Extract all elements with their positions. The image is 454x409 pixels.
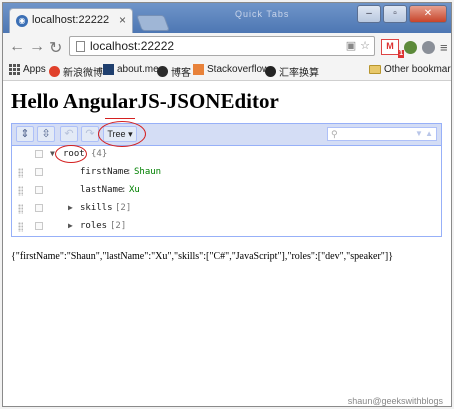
page-favicon-icon: ◉ <box>16 15 28 27</box>
apps-icon <box>9 64 20 75</box>
bookmark-aboutme[interactable]: about.me <box>103 64 159 75</box>
context-menu-button[interactable] <box>35 168 43 176</box>
tab-title: localhost:22222 <box>32 14 110 26</box>
child-count: {4} <box>91 149 108 159</box>
bookmarks-bar: Apps 新浪微博 about.me 博客 Stackoverflow 汇率换算… <box>3 61 451 81</box>
blog-icon <box>157 66 168 77</box>
gmail-badge: 1 <box>398 50 404 58</box>
tree-row[interactable]: lastName : Xu <box>12 182 441 200</box>
drag-handle-icon[interactable] <box>18 186 23 196</box>
bookmark-blog[interactable]: 博客 <box>157 64 191 79</box>
menu-icon[interactable]: ≡ <box>440 41 448 54</box>
field-value[interactable]: Xu <box>129 185 140 195</box>
window-controls: – ▫ ✕ <box>357 5 447 23</box>
context-menu-button[interactable] <box>35 222 43 230</box>
page-action-icon[interactable]: ▣ <box>346 39 356 52</box>
annotation-circle-mode <box>98 121 146 147</box>
expand-all-icon[interactable]: ⇕ <box>16 126 34 142</box>
address-bar[interactable]: localhost:22222 ▣ ☆ <box>69 36 375 56</box>
field-name[interactable]: lastName <box>80 185 123 195</box>
new-tab-button[interactable] <box>136 15 170 31</box>
context-menu-button[interactable] <box>35 204 43 212</box>
redo-icon[interactable]: ↷ <box>81 126 99 142</box>
bookmark-label: 博客 <box>171 68 191 79</box>
bookmark-weibo[interactable]: 新浪微博 <box>49 64 103 79</box>
json-editor-menu: ⇕ ⇳ ↶ ↷ Tree ▾ ⚲ ▼ ▲ <box>12 124 441 146</box>
browser-tab[interactable]: ◉ localhost:22222 × <box>9 8 133 33</box>
child-count: [2] <box>110 221 127 231</box>
search-icon: ⚲ <box>331 129 338 139</box>
stackoverflow-icon <box>193 64 204 75</box>
back-arrow-icon[interactable]: ← <box>9 38 25 56</box>
minimize-button[interactable]: – <box>357 5 381 23</box>
page-content: Hello AngularJS-JSONEditor ⇕ ⇳ ↶ ↷ Tree … <box>3 81 451 406</box>
child-count: [2] <box>115 203 132 213</box>
globe-icon[interactable] <box>422 40 435 54</box>
exchange-icon <box>265 66 276 77</box>
bookmark-label: Stackoverflow <box>207 64 270 75</box>
close-window-button[interactable]: ✕ <box>409 5 447 23</box>
search-input[interactable]: ⚲ ▼ ▲ <box>327 127 437 141</box>
extension-icons: M1 ≡ <box>381 39 448 58</box>
drag-handle-icon[interactable] <box>18 204 23 214</box>
other-bookmarks[interactable]: Other bookmarks <box>369 64 451 75</box>
url-text[interactable]: localhost:22222 <box>90 39 174 53</box>
faint-tab-labels: Quick Tabs <box>235 9 290 19</box>
separator: : <box>126 167 132 177</box>
folder-icon <box>369 65 381 74</box>
annotation-mark <box>105 118 135 119</box>
undo-icon[interactable]: ↶ <box>60 126 78 142</box>
bookmark-label: Apps <box>23 64 46 75</box>
drag-handle-icon[interactable] <box>18 222 23 232</box>
json-editor: ⇕ ⇳ ↶ ↷ Tree ▾ ⚲ ▼ ▲ ▼ root {4} firstNam… <box>11 123 442 237</box>
bookmark-label: about.me <box>117 64 159 75</box>
tab-strip: ◉ localhost:22222 × Quick Tabs – ▫ ✕ <box>3 3 451 33</box>
page-icon <box>76 41 85 52</box>
tree-row[interactable]: ▶ skills [2] <box>12 200 441 218</box>
annotation-circle-root <box>55 145 87 163</box>
collapse-all-icon[interactable]: ⇳ <box>37 126 55 142</box>
bookmark-apps[interactable]: Apps <box>9 64 46 75</box>
bookmark-label: 新浪微博 <box>63 68 103 79</box>
tree-row[interactable]: ▶ roles [2] <box>12 218 441 236</box>
bookmark-exchange[interactable]: 汇率换算 <box>265 64 319 79</box>
watermark: shaun@geekswithblogs <box>347 396 443 406</box>
page-title: Hello AngularJS-JSONEditor <box>11 89 279 113</box>
address-bar-actions: ▣ ☆ <box>346 39 370 52</box>
context-menu-button[interactable] <box>35 150 43 158</box>
bookmark-star-icon[interactable]: ☆ <box>360 39 370 52</box>
field-name[interactable]: firstName <box>80 167 129 177</box>
browser-toolbar: ← → ↻ localhost:22222 ▣ ☆ M1 ≡ <box>3 33 451 61</box>
field-name[interactable]: skills <box>80 203 113 213</box>
extension-icon[interactable] <box>404 40 417 54</box>
field-value[interactable]: Shaun <box>134 167 161 177</box>
tree-row[interactable]: firstName : Shaun <box>12 164 441 182</box>
forward-arrow-icon[interactable]: → <box>29 38 45 56</box>
expand-triangle-icon[interactable]: ▶ <box>68 221 73 230</box>
separator: : <box>121 185 127 195</box>
context-menu-button[interactable] <box>35 186 43 194</box>
other-bookmarks-label: Other bookmarks <box>384 64 451 75</box>
aboutme-icon <box>103 64 114 75</box>
browser-window: ◉ localhost:22222 × Quick Tabs – ▫ ✕ ← →… <box>2 2 452 407</box>
bookmark-stackoverflow[interactable]: Stackoverflow <box>193 64 269 75</box>
json-output-text: {"firstName":"Shaun","lastName":"Xu","sk… <box>11 251 394 262</box>
weibo-icon <box>49 66 60 77</box>
search-nav-arrows[interactable]: ▼ ▲ <box>415 128 433 140</box>
reload-icon[interactable]: ↻ <box>49 38 62 58</box>
expand-triangle-icon[interactable]: ▶ <box>68 203 73 212</box>
field-name[interactable]: roles <box>80 221 107 231</box>
maximize-button[interactable]: ▫ <box>383 5 407 23</box>
bookmark-label: 汇率换算 <box>279 68 319 79</box>
drag-handle-icon[interactable] <box>18 168 23 178</box>
gmail-icon[interactable]: M1 <box>381 39 404 58</box>
close-tab-icon[interactable]: × <box>119 13 126 27</box>
